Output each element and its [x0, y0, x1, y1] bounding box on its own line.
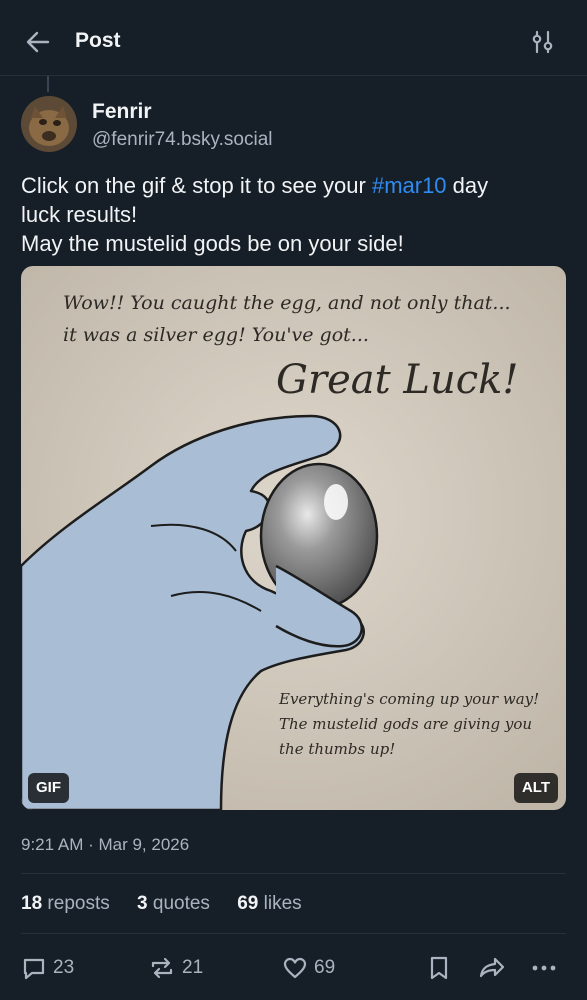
image-text-top-1: Wow!! You caught the egg, and not only t…: [63, 292, 511, 314]
quotes-count: 3: [137, 893, 148, 914]
post-text-part: day: [446, 173, 489, 198]
like-count: 69: [314, 957, 336, 978]
repost-icon: [151, 957, 173, 979]
post-text-line: luck results!: [21, 202, 138, 227]
post-text-line: May the mustelid gods be on your side!: [21, 231, 404, 256]
alt-text-button[interactable]: ALT: [513, 773, 558, 803]
avatar[interactable]: [21, 96, 77, 152]
quotes-label: quotes: [152, 893, 210, 914]
image-headline: Great Luck!: [276, 357, 518, 403]
reposts-stat[interactable]: 18 reposts: [21, 893, 110, 914]
thread-line: [47, 76, 49, 92]
bookmark-button[interactable]: [428, 952, 450, 984]
divider: [21, 873, 566, 874]
gif-image[interactable]: Wow!! You caught the egg, and not only t…: [21, 266, 566, 810]
post-header: Post: [0, 0, 587, 76]
author-handle[interactable]: @fenrir74.bsky.social: [92, 129, 273, 151]
reply-count: 23: [53, 957, 75, 978]
action-bar: 23 21 69: [0, 952, 587, 984]
likes-count: 69: [237, 893, 259, 914]
likes-stat[interactable]: 69 likes: [237, 893, 301, 914]
author-name[interactable]: Fenrir: [92, 100, 152, 124]
more-dots-icon: [532, 965, 556, 971]
back-arrow-icon[interactable]: [24, 28, 52, 56]
repost-count: 21: [182, 957, 204, 978]
reply-button[interactable]: 23: [21, 952, 74, 984]
bookmark-icon: [430, 956, 448, 980]
divider: [21, 933, 566, 934]
image-text-bottom-1: Everything's coming up your way!: [278, 690, 539, 708]
page-title: Post: [75, 29, 121, 52]
share-button[interactable]: [478, 952, 506, 984]
likes-label: likes: [263, 893, 302, 914]
post-text-line: Click on the gif & stop it to see your #…: [21, 171, 566, 200]
gif-badge: GIF: [28, 773, 69, 803]
reposts-count: 18: [21, 893, 43, 914]
sliders-icon[interactable]: [531, 29, 555, 55]
image-text-top-2: it was a silver egg! You've got...: [63, 324, 369, 346]
quotes-stat[interactable]: 3 quotes: [137, 893, 210, 914]
reply-icon: [23, 958, 45, 980]
post-timestamp: 9:21 AM · Mar 9, 2026: [21, 835, 190, 854]
hashtag-link[interactable]: #mar10: [372, 173, 447, 198]
share-arrow-icon: [479, 957, 505, 978]
like-button[interactable]: 69: [282, 952, 335, 984]
post-text: Click on the gif & stop it to see your #…: [21, 171, 566, 258]
more-options-button[interactable]: [530, 952, 558, 984]
reposts-label: reposts: [47, 893, 110, 914]
post-text-part: Click on the gif & stop it to see your: [21, 173, 372, 198]
image-text-bottom-3: the thumbs up!: [279, 740, 395, 758]
image-text-bottom-2: The mustelid gods are giving you: [279, 715, 532, 733]
post-stats: 18 reposts 3 quotes 69 likes: [21, 893, 324, 915]
heart-icon: [283, 957, 307, 979]
repost-button[interactable]: 21: [148, 952, 203, 984]
